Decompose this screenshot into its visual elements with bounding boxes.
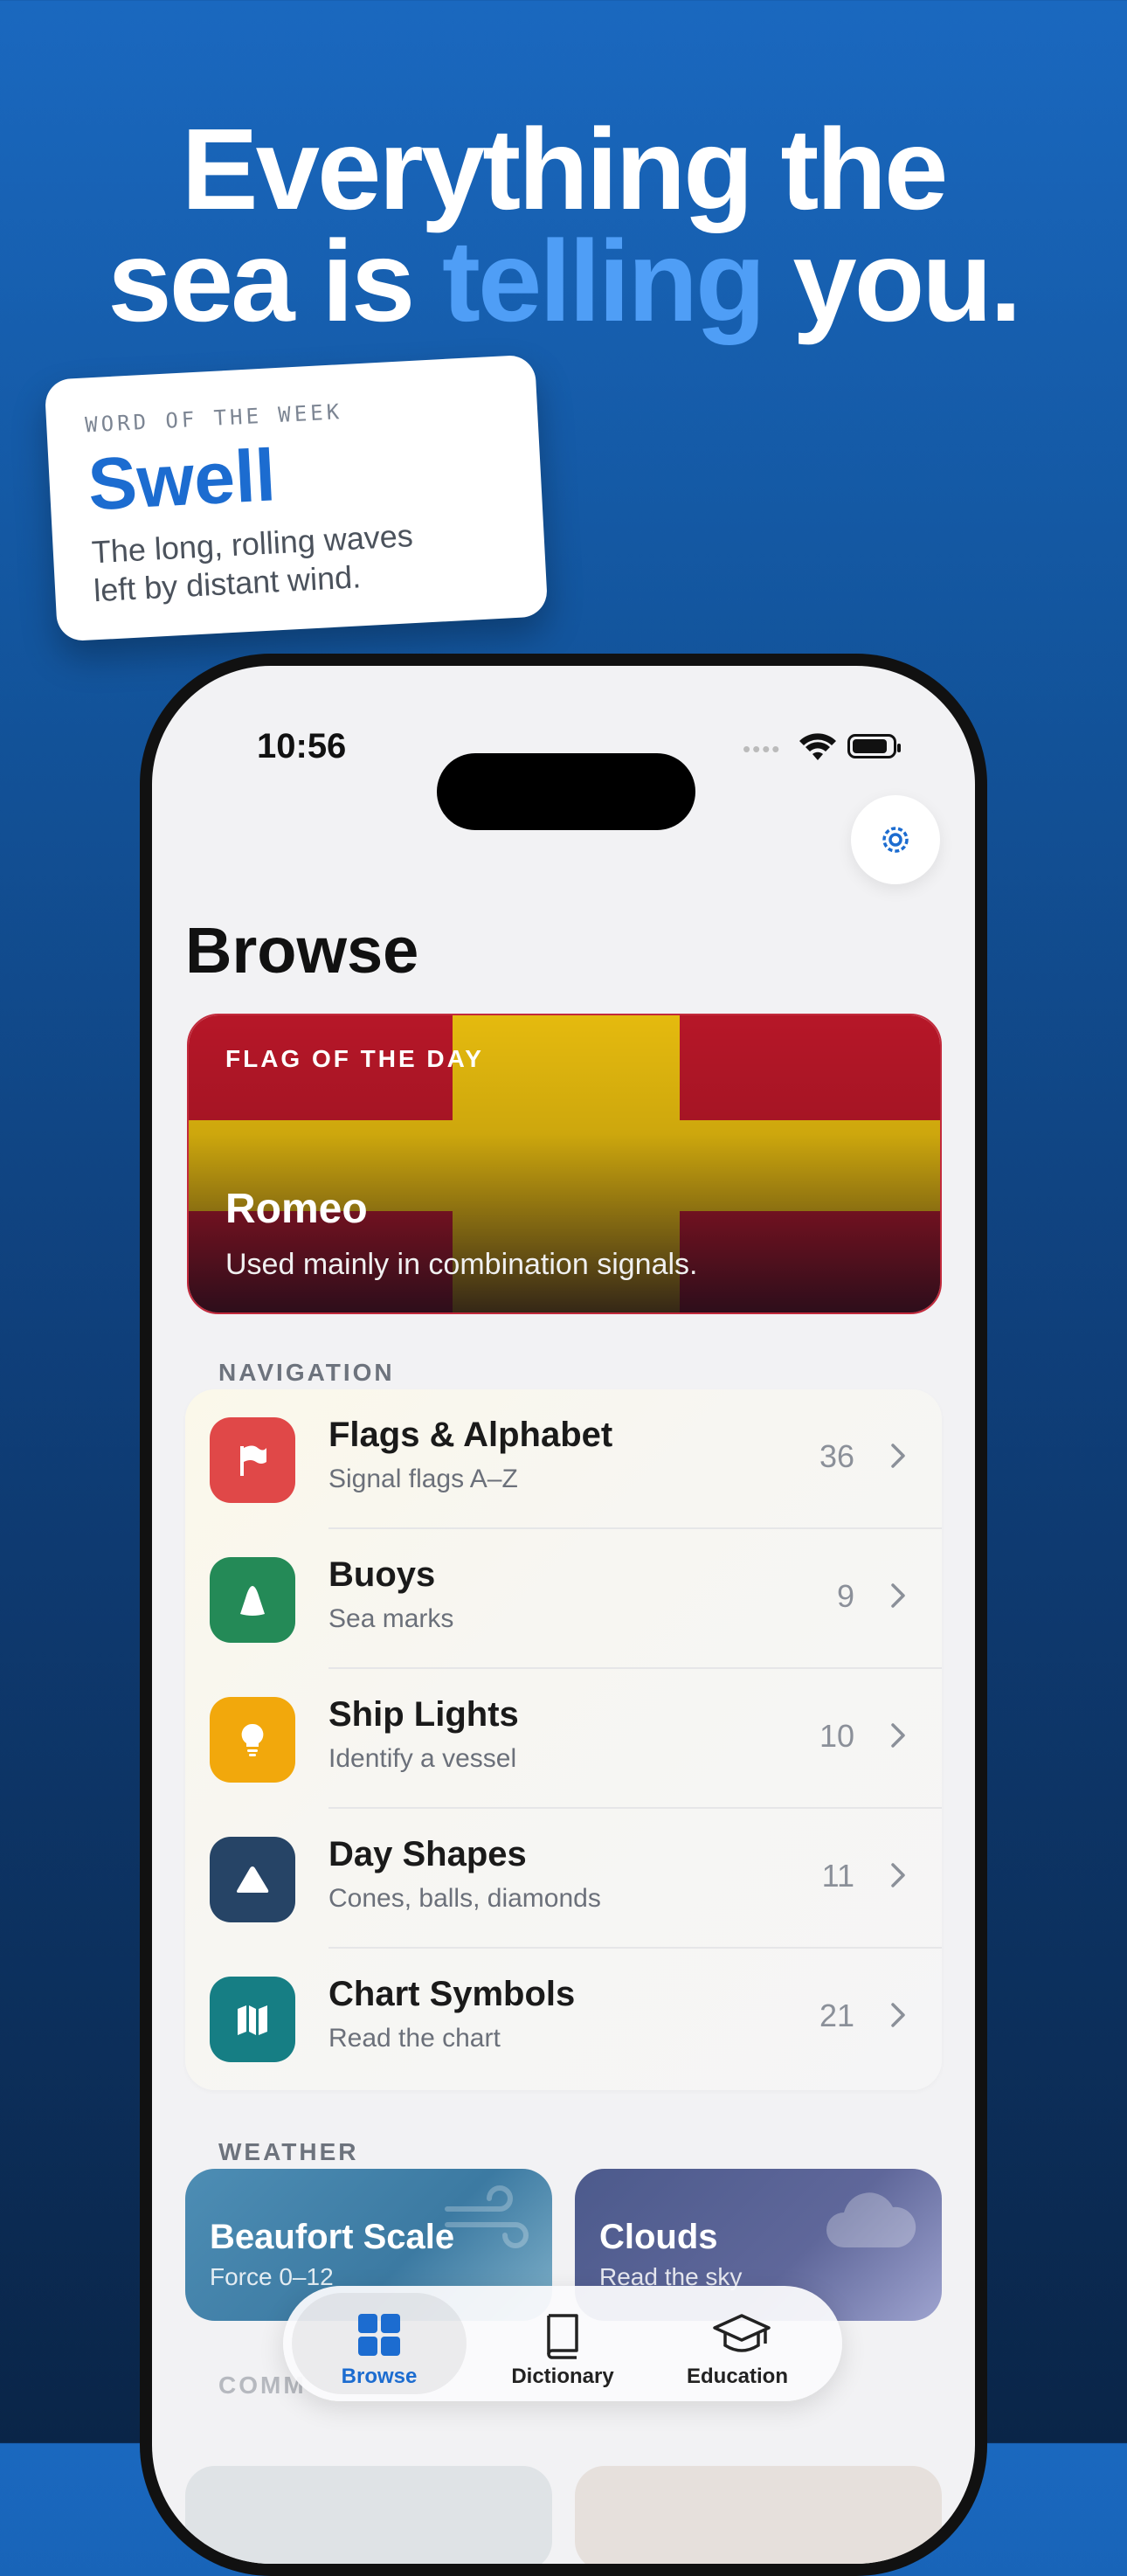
tile-partial[interactable] bbox=[185, 2466, 552, 2564]
list-item-subtitle: Cones, balls, diamonds bbox=[328, 1884, 601, 1913]
headline-line-1: Everything the bbox=[181, 105, 949, 233]
wifi-icon bbox=[799, 733, 836, 760]
list-item-count: 10 bbox=[819, 1718, 854, 1754]
tab-education[interactable]: Education bbox=[650, 2293, 825, 2394]
flag-of-day-kicker: FLAG OF THE DAY bbox=[225, 1045, 484, 1072]
phone-frame: 10:56 •••• Browse FLAG OF THE DAY Romeo bbox=[140, 654, 987, 2576]
status-time: 10:56 bbox=[257, 727, 347, 765]
buoy-icon bbox=[210, 1557, 295, 1643]
tab-label: Dictionary bbox=[511, 2365, 614, 2388]
tab-label: Browse bbox=[341, 2365, 418, 2388]
chevron-right-icon bbox=[891, 2003, 905, 2027]
triangle-icon bbox=[210, 1837, 295, 1922]
lightbulb-icon bbox=[210, 1697, 295, 1783]
tile-subtitle: Force 0–12 bbox=[210, 2263, 334, 2290]
tile-title: Beaufort Scale bbox=[210, 2218, 455, 2256]
section-label-weather: WEATHER bbox=[218, 2138, 359, 2165]
navigation-list: Flags & Alphabet Signal flags A–Z 36 Buo… bbox=[185, 1389, 942, 2090]
list-item-title: Flags & Alphabet bbox=[328, 1416, 613, 1454]
tile-title: Clouds bbox=[599, 2218, 718, 2256]
settings-button[interactable] bbox=[851, 795, 940, 884]
tab-browse[interactable]: Browse bbox=[292, 2293, 467, 2394]
phone-screen: 10:56 •••• Browse FLAG OF THE DAY Romeo bbox=[152, 666, 975, 2564]
headline-text-end: you. bbox=[763, 217, 1021, 345]
headline-text: sea is bbox=[107, 217, 442, 345]
dynamic-island bbox=[437, 753, 695, 830]
word-of-week-word: Swell bbox=[86, 433, 278, 526]
chevron-right-icon bbox=[891, 1583, 905, 1608]
list-item-subtitle: Identify a vessel bbox=[328, 1744, 517, 1773]
list-item-day-shapes[interactable]: Day Shapes Cones, balls, diamonds 11 bbox=[185, 1809, 942, 1949]
signal-dots: •••• bbox=[743, 736, 782, 762]
page-title: Browse bbox=[185, 914, 419, 987]
list-item-chart-symbols[interactable]: Chart Symbols Read the chart 21 bbox=[185, 1949, 942, 2088]
headline-accent: telling bbox=[441, 217, 766, 345]
list-item-count: 21 bbox=[819, 1998, 854, 2033]
list-item-flags-alphabet[interactable]: Flags & Alphabet Signal flags A–Z 36 bbox=[185, 1389, 942, 1529]
list-item-subtitle: Sea marks bbox=[328, 1604, 454, 1633]
list-item-subtitle: Read the chart bbox=[328, 2024, 501, 2053]
flag-name: Romeo bbox=[225, 1186, 368, 1232]
list-item-ship-lights[interactable]: Ship Lights Identify a vessel 10 bbox=[185, 1669, 942, 1809]
chevron-right-icon bbox=[891, 1863, 905, 1887]
list-item-count: 36 bbox=[819, 1438, 854, 1474]
battery-icon bbox=[847, 734, 901, 758]
list-item-count: 9 bbox=[836, 1578, 854, 1614]
tile-partial[interactable] bbox=[575, 2466, 942, 2564]
graduation-cap-icon bbox=[713, 2314, 771, 2352]
word-of-week-definition: The long, rolling waves left by distant … bbox=[91, 512, 508, 611]
chevron-right-icon bbox=[891, 1723, 905, 1748]
grid-icon bbox=[358, 2314, 400, 2356]
list-item-title: Ship Lights bbox=[328, 1695, 519, 1734]
flag-of-the-day-card[interactable]: FLAG OF THE DAY Romeo Used mainly in com… bbox=[187, 1014, 942, 1314]
list-item-count: 11 bbox=[821, 1858, 854, 1894]
gear-icon bbox=[882, 827, 909, 853]
tab-dictionary[interactable]: Dictionary bbox=[475, 2293, 650, 2394]
list-item-buoys[interactable]: Buoys Sea marks 9 bbox=[185, 1529, 942, 1669]
list-item-title: Chart Symbols bbox=[328, 1975, 576, 2013]
list-item-title: Buoys bbox=[328, 1555, 436, 1594]
headline-line-2: sea is telling you. bbox=[0, 224, 1127, 339]
tab-bar: Browse Dictionary Education bbox=[283, 2286, 842, 2401]
word-of-week-card: WORD OF THE WEEK Swell The long, rolling… bbox=[44, 354, 549, 642]
flag-icon bbox=[210, 1417, 295, 1503]
list-item-subtitle: Signal flags A–Z bbox=[328, 1465, 518, 1493]
map-icon bbox=[210, 1977, 295, 2062]
flag-description: Used mainly in combination signals. bbox=[225, 1248, 698, 1281]
section-label-navigation: NAVIGATION bbox=[218, 1359, 395, 1386]
headline: Everything the sea is telling you. bbox=[0, 105, 1127, 339]
book-icon bbox=[547, 2314, 578, 2359]
cloud-icon bbox=[826, 2192, 916, 2247]
list-item-title: Day Shapes bbox=[328, 1835, 527, 1873]
tab-label: Education bbox=[686, 2365, 788, 2388]
status-bar: 10:56 •••• bbox=[152, 727, 975, 830]
chevron-right-icon bbox=[891, 1444, 905, 1468]
